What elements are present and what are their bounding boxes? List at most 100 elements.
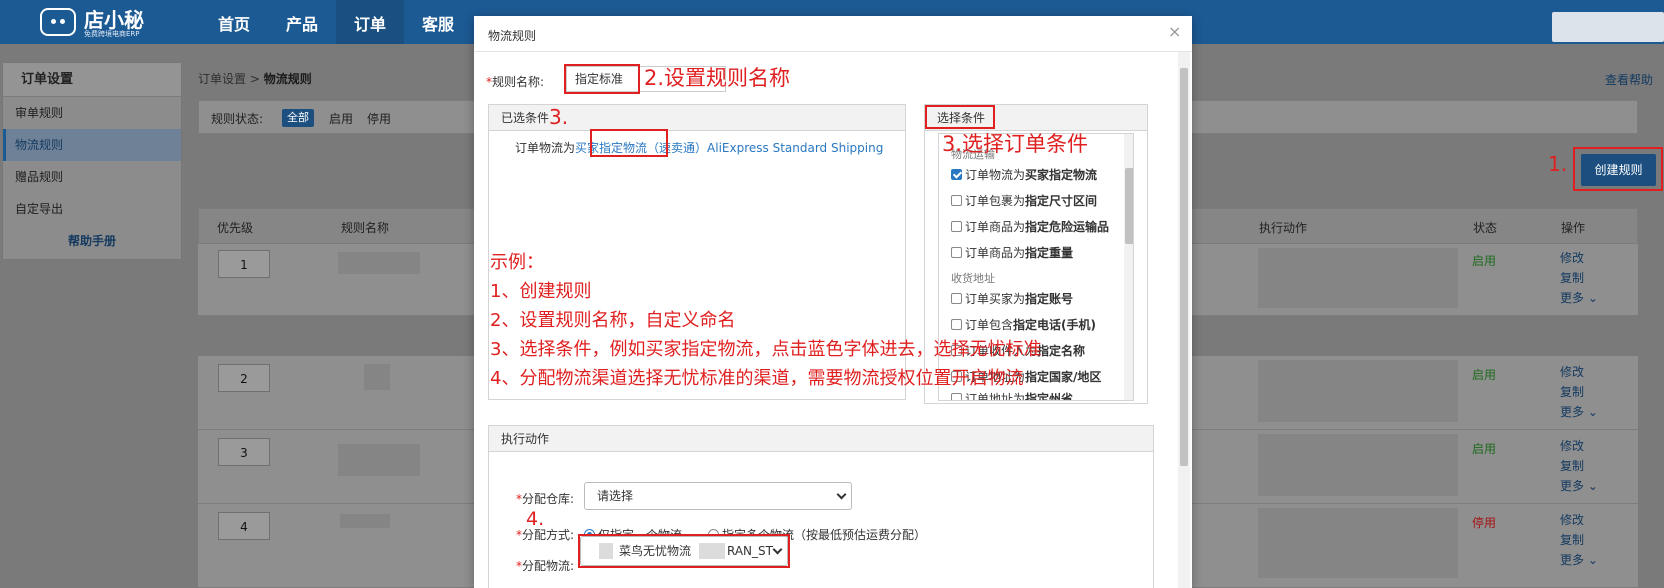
blurred-rule-name (338, 252, 420, 274)
row-operations: 修改 复制 更多 ⌄ (1560, 362, 1598, 422)
checkbox-icon[interactable] (951, 195, 962, 206)
edit-link[interactable]: 修改 (1560, 510, 1598, 530)
nav-products[interactable]: 产品 (268, 0, 336, 44)
modal-title: 物流规则 (488, 29, 537, 43)
nav-home[interactable]: 首页 (200, 0, 268, 44)
filter-label: 规则状态: (211, 112, 264, 126)
nav-orders[interactable]: 订单 (336, 0, 405, 44)
user-account-area[interactable] (1552, 12, 1664, 42)
warehouse-select[interactable]: 请选择 (584, 482, 852, 510)
priority-input[interactable]: 4 (218, 512, 270, 540)
status-badge: 启用 (1472, 368, 1497, 382)
filter-all[interactable]: 全部 (282, 109, 314, 127)
scrollbar-thumb[interactable] (1180, 68, 1188, 466)
edit-link[interactable]: 修改 (1560, 248, 1598, 268)
copy-link[interactable]: 复制 (1560, 530, 1598, 550)
priority-input[interactable]: 1 (218, 250, 270, 278)
blurred-rule-name (340, 514, 390, 528)
sidebar-item-logistics-rules[interactable]: 物流规则 (3, 129, 181, 161)
condition-scrollbar[interactable] (1124, 134, 1133, 400)
checkbox-icon[interactable] (951, 221, 962, 232)
condition-scroll-thumb[interactable] (1125, 168, 1133, 244)
annotation-step-2: 2.设置规则名称 (644, 66, 791, 90)
example-line-4: 4、分配物流渠道选择无忧标准的渠道，需要物流授权位置开启物流 (490, 368, 1024, 389)
row-operations: 修改 复制 更多 ⌄ (1560, 510, 1598, 570)
annotation-step-4: 4. (526, 508, 545, 530)
sidebar: 订单设置 审单规则 物流规则 赠品规则 自定导出 帮助手册 (2, 62, 182, 260)
main-nav: 首页 产品 订单 客服 (200, 0, 472, 44)
more-link[interactable]: 更多 ⌄ (1560, 550, 1598, 570)
priority-input[interactable]: 2 (218, 364, 270, 392)
brand-slogan: 免费跨境电商ERP (84, 30, 140, 38)
example-line-2: 2、设置规则名称，自定义命名 (490, 310, 736, 331)
example-title: 示例： (490, 252, 544, 273)
breadcrumb-parent[interactable]: 订单设置 (198, 72, 246, 86)
breadcrumb-separator: > (249, 72, 260, 86)
copy-link[interactable]: 复制 (1560, 456, 1598, 476)
logo[interactable]: 店小秘 免费跨境电商ERP (40, 4, 160, 38)
modal-scrollbar[interactable] (1178, 52, 1190, 588)
nav-service[interactable]: 客服 (404, 0, 472, 44)
example-line-1: 1、创建规则 (490, 281, 592, 302)
sidebar-item-custom-export[interactable]: 自定导出 (3, 193, 181, 225)
col-operations: 操作 (1561, 221, 1586, 235)
rule-name-label: *规则名称: (486, 75, 545, 89)
sidebar-item-gift-rules[interactable]: 赠品规则 (3, 161, 181, 193)
highlight-rule-name (564, 64, 640, 94)
blurred-action (1258, 248, 1458, 308)
condition-item[interactable]: 订单包裹为指定尺寸区间 (951, 192, 1097, 209)
example-line-3: 3、选择条件，例如买家指定物流，点击蓝色字体进去，选择无忧标准 (490, 339, 1042, 360)
status-badge: 启用 (1472, 254, 1497, 268)
more-link[interactable]: 更多 ⌄ (1560, 402, 1598, 422)
highlight-create-rule (1573, 147, 1663, 191)
chevron-down-icon (836, 489, 847, 500)
priority-input[interactable]: 3 (218, 438, 270, 466)
logistics-label: *分配物流: (516, 559, 575, 573)
sidebar-item-review-rules[interactable]: 审单规则 (3, 97, 181, 129)
status-badge: 停用 (1472, 516, 1497, 530)
edit-link[interactable]: 修改 (1560, 362, 1598, 382)
modal-header: 物流规则 × (474, 16, 1192, 52)
filter-enabled[interactable]: 启用 (329, 110, 353, 127)
sidebar-title: 订单设置 (3, 63, 181, 97)
close-icon[interactable]: × (1168, 22, 1181, 41)
annotation-step-3a: 3. (549, 105, 569, 129)
annotation-step-1: 1. (1548, 152, 1568, 176)
help-manual-link[interactable]: 帮助手册 (3, 225, 181, 257)
selected-condition-text: 订单物流为买家指定物流（速卖通）AliExpress Standard Ship… (515, 141, 884, 155)
method-label: *分配方式: (516, 528, 575, 542)
blurred-action (1258, 508, 1458, 578)
robot-logo-icon (40, 8, 76, 36)
col-status: 状态 (1473, 221, 1498, 235)
highlight-condition-title (925, 105, 995, 129)
breadcrumb: 订单设置 > 物流规则 (198, 70, 312, 87)
edit-link[interactable]: 修改 (1560, 436, 1598, 456)
status-badge: 启用 (1472, 442, 1497, 456)
row-operations: 修改 复制 更多 ⌄ (1560, 248, 1598, 308)
more-link[interactable]: 更多 ⌄ (1560, 288, 1598, 308)
warehouse-label: *分配仓库: (516, 492, 575, 506)
highlight-buyer-logistics (590, 129, 668, 157)
blurred-action (1258, 360, 1458, 422)
blurred-rule-name (338, 444, 420, 476)
copy-link[interactable]: 复制 (1560, 382, 1598, 402)
checkbox-checked-icon[interactable] (951, 169, 962, 180)
col-rule-name: 规则名称 (341, 221, 390, 235)
row-operations: 修改 复制 更多 ⌄ (1560, 436, 1598, 496)
highlight-logistics-select (578, 534, 790, 568)
logistics-rule-modal: 物流规则 × *规则名称: 指定标准 2.设置规则名称 已选条件 3. 订单物流… (474, 16, 1192, 588)
condition-item[interactable]: 订单商品为指定危险运输品 (951, 218, 1109, 235)
blurred-rule-name (364, 364, 390, 390)
filter-disabled[interactable]: 停用 (367, 110, 391, 127)
checkbox-icon[interactable] (951, 393, 962, 400)
action-panel-title: 执行动作 (489, 426, 1153, 452)
col-action: 执行动作 (1259, 221, 1308, 235)
view-help-link[interactable]: 查看帮助 (1605, 71, 1653, 88)
example-instructions: 示例： 1、创建规则 2、设置规则名称，自定义命名 3、选择条件，例如买家指定物… (490, 248, 1041, 393)
annotation-step-3b: 3.选择订单条件 (942, 132, 1089, 156)
more-link[interactable]: 更多 ⌄ (1560, 476, 1598, 496)
col-priority: 优先级 (217, 221, 254, 235)
copy-link[interactable]: 复制 (1560, 268, 1598, 288)
condition-item[interactable]: 订单物流为买家指定物流 (951, 166, 1097, 183)
breadcrumb-current: 物流规则 (263, 72, 312, 86)
